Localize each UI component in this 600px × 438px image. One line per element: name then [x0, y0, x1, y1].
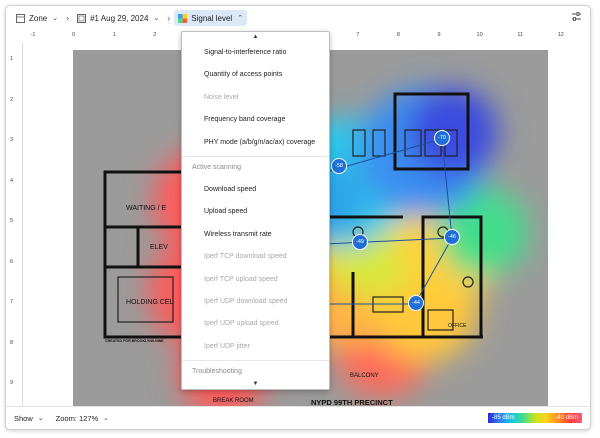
show-label: Show [14, 413, 33, 423]
menu-item[interactable]: PHY mode (a/b/g/n/ac/ax) coverage [182, 132, 329, 154]
zone-label: Zone [29, 13, 48, 23]
room-label-elev: ELEV [150, 244, 168, 251]
access-point-marker[interactable]: -49 [352, 234, 368, 250]
ruler-tick-x: 11 [517, 32, 524, 38]
breadcrumb-layer[interactable]: Signal level ⌃ [174, 10, 248, 26]
ruler-tick-y: 4 [10, 177, 14, 184]
menu-item: Iperf UDP jitter [204, 342, 250, 350]
settings-button[interactable] [571, 11, 582, 24]
ruler-tick-x: 2 [153, 32, 157, 38]
ruler-tick-x: -1 [30, 32, 36, 38]
menu-item: Iperf UDP download speed [204, 297, 288, 305]
access-point-marker[interactable]: -46 [444, 229, 460, 245]
access-point-marker[interactable]: -58 [331, 158, 347, 174]
zoom-dropdown[interactable]: Zoom: 127% ⌄ [56, 414, 109, 423]
ruler-tick-x: 8 [396, 32, 400, 38]
layer-dropdown-menu: ▲ Signal-to-interference ratio Quantity o… [181, 31, 330, 390]
room-label-balcony: BALCONY [350, 373, 379, 379]
signal-legend: -85 dBm -40 dBm [488, 413, 582, 423]
ruler-tick-x: 9 [437, 32, 441, 38]
room-label-office: OFFICE [448, 323, 467, 329]
menu-item[interactable]: Quantity of access points [182, 64, 329, 86]
breadcrumb-separator-icon: › [167, 13, 171, 23]
ruler-tick-x: 1 [112, 32, 116, 38]
ruler-tick-y: 2 [10, 96, 14, 103]
legend-min: -85 dBm [492, 415, 515, 421]
menu-item: Iperf UDP upload speed [204, 320, 279, 328]
zone-icon [16, 13, 25, 23]
floorplan-icon [77, 13, 87, 23]
chevron-down-icon: ⌄ [52, 15, 59, 22]
chevron-down-icon: ⌄ [153, 15, 160, 22]
ruler-tick-y: 8 [10, 339, 14, 346]
chevron-up-icon: ⌃ [237, 15, 244, 22]
access-point-marker[interactable]: -44 [408, 295, 424, 311]
ruler-tick-y: 6 [10, 258, 14, 265]
menu-item[interactable]: Upload speed [182, 201, 329, 223]
section-header-active-scanning: Active scanning [182, 155, 329, 179]
room-label-holding: HOLDING CEL [126, 299, 174, 306]
ruler-tick-x: 0 [72, 32, 76, 38]
menu-item: Noise level [204, 93, 239, 101]
menu-item[interactable]: Download speed [182, 179, 329, 201]
ruler-tick-y: 5 [10, 218, 14, 224]
room-label-waiting: WAITING / E [126, 205, 167, 212]
ruler-tick-y: 7 [10, 299, 14, 305]
ruler-tick-y: 1 [10, 56, 14, 62]
ruler-tick-x: 12 [557, 32, 564, 38]
toolbar: Zone ⌄ › #1 Aug 29, 2024 ⌄ › Signal leve… [6, 6, 590, 30]
ruler-tick-x: 7 [356, 32, 360, 38]
scroll-down-icon[interactable]: ▼ [182, 379, 329, 389]
menu-item[interactable]: Signal-to-interference ratio [182, 42, 329, 64]
plan-label: #1 Aug 29, 2024 [90, 13, 149, 23]
menu-item[interactable]: Frequency band coverage [182, 109, 329, 131]
scroll-up-icon[interactable]: ▲ [182, 32, 329, 42]
vertical-ruler: 1 2 3 4 5 6 7 8 9 [6, 42, 23, 407]
created-for-label: CREATED FOR BROOKLYN9-NINE [105, 339, 164, 343]
menu-item[interactable]: Wireless transmit rate [182, 224, 329, 246]
chevron-down-icon: ⌄ [37, 415, 44, 422]
status-bar: Show ⌄ Zoom: 127% ⌄ -85 dBm -40 dBm [6, 406, 590, 429]
heatmap-icon [178, 13, 188, 23]
ruler-tick-y: 3 [10, 137, 14, 143]
zoom-label: Zoom: 127% [55, 413, 99, 423]
layer-label: Signal level [191, 13, 233, 23]
menu-item: Iperf TCP download speed [204, 253, 287, 261]
sliders-icon [572, 12, 581, 21]
chevron-down-icon: ⌄ [103, 415, 110, 422]
show-dropdown[interactable]: Show ⌄ [14, 414, 44, 423]
breadcrumb-plan[interactable]: #1 Aug 29, 2024 ⌄ [73, 10, 163, 26]
app-window: Zone ⌄ › #1 Aug 29, 2024 ⌄ › Signal leve… [5, 5, 591, 430]
ruler-tick-y: 9 [10, 380, 14, 386]
menu-item: Iperf TCP upload speed [204, 275, 278, 283]
room-label-break: BREAK ROOM [213, 398, 254, 404]
breadcrumb-separator-icon: › [66, 13, 70, 23]
access-point-marker[interactable]: -70 [434, 130, 450, 146]
legend-max: -40 dBm [555, 415, 578, 421]
ruler-tick-x: 10 [476, 32, 483, 38]
breadcrumb-zone[interactable]: Zone ⌄ [12, 10, 62, 26]
